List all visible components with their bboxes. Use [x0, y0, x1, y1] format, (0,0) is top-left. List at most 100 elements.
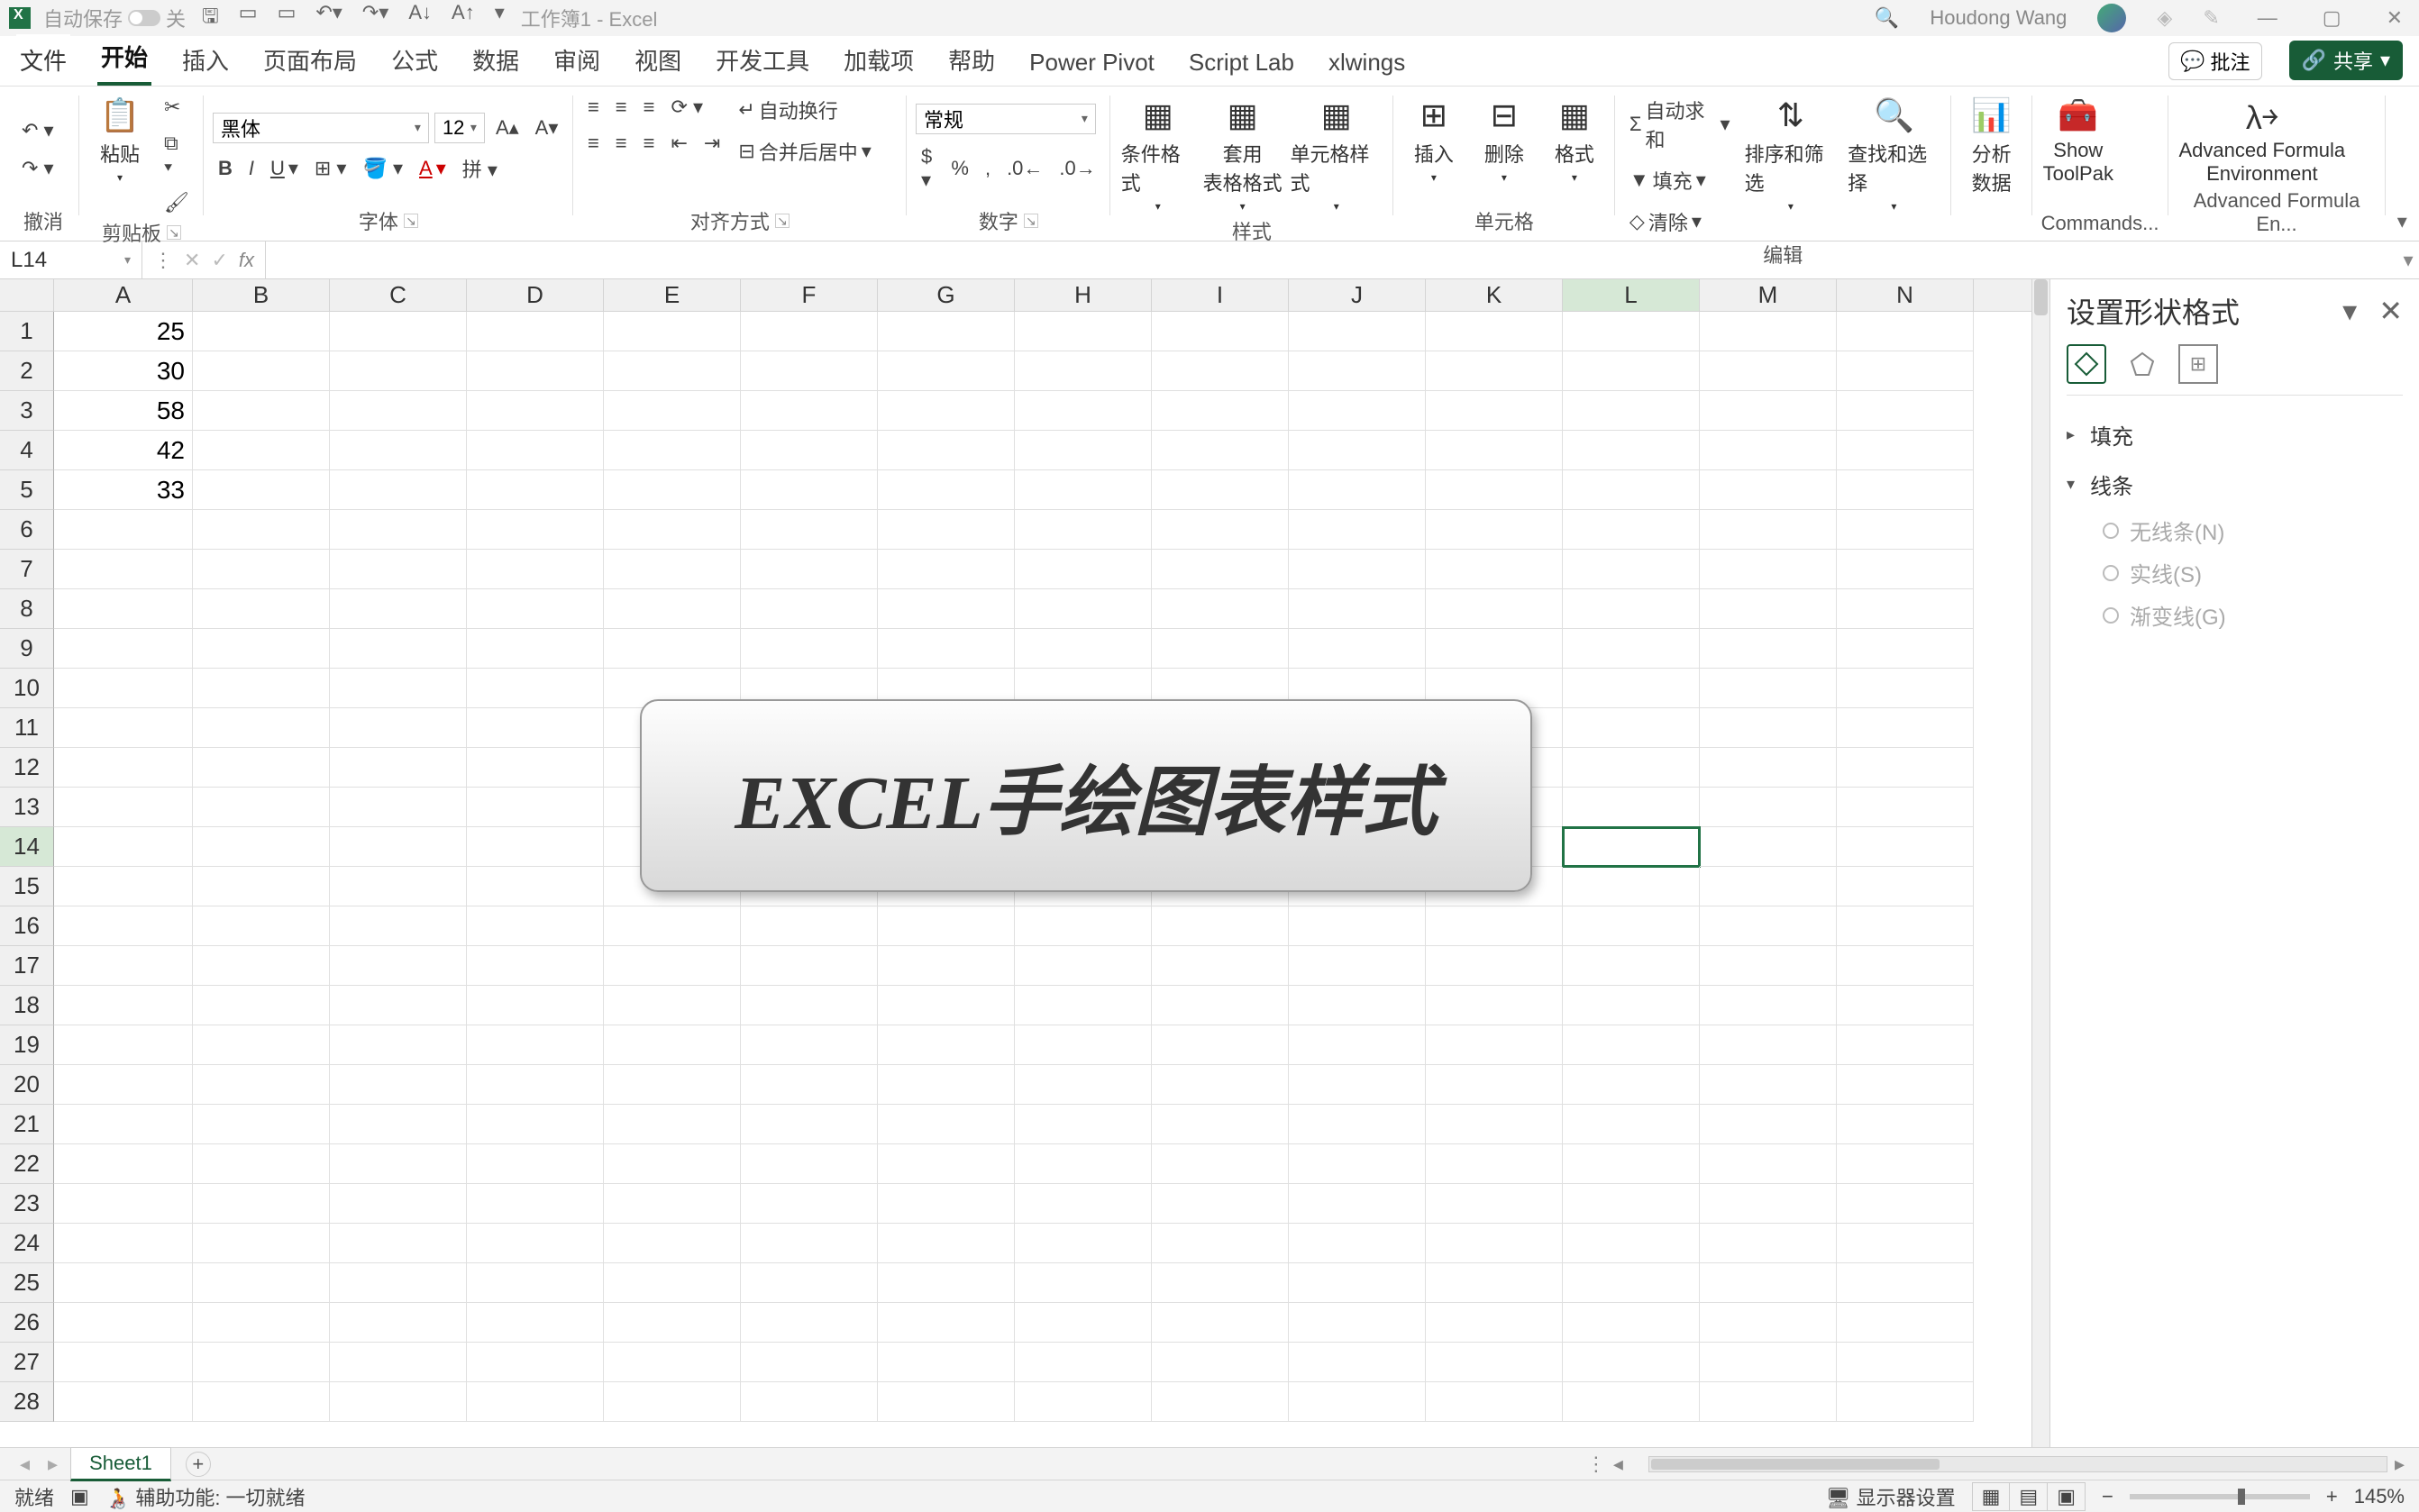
- underline-button[interactable]: U ▾: [265, 150, 304, 187]
- cell-G25[interactable]: [878, 1263, 1015, 1303]
- tab-help[interactable]: 帮助: [945, 34, 999, 86]
- cell-K18[interactable]: [1426, 986, 1563, 1025]
- cell-N11[interactable]: [1837, 708, 1974, 748]
- align-middle-button[interactable]: ≡: [610, 92, 633, 123]
- autosave-toggle[interactable]: 自动保存 关: [43, 4, 186, 32]
- decrease-decimal-button[interactable]: .0→: [1054, 141, 1100, 196]
- cell-L27[interactable]: [1563, 1343, 1700, 1382]
- cell-C23[interactable]: [330, 1184, 467, 1224]
- cell-N20[interactable]: [1837, 1065, 1974, 1105]
- cell-N2[interactable]: [1837, 351, 1974, 391]
- cell-I9[interactable]: [1152, 629, 1289, 669]
- cell-M6[interactable]: [1700, 510, 1837, 550]
- cell-G7[interactable]: [878, 550, 1015, 589]
- cell-A5[interactable]: 33: [54, 470, 193, 510]
- cell-J23[interactable]: [1289, 1184, 1426, 1224]
- cell-J2[interactable]: [1289, 351, 1426, 391]
- cell-N25[interactable]: [1837, 1263, 1974, 1303]
- cell-H24[interactable]: [1015, 1224, 1152, 1263]
- row-header-21[interactable]: 21: [0, 1105, 54, 1144]
- cell-B27[interactable]: [193, 1343, 330, 1382]
- fill-line-tab-icon[interactable]: [2067, 344, 2106, 384]
- cell-C1[interactable]: [330, 312, 467, 351]
- undo-icon[interactable]: ↶▾: [315, 1, 342, 35]
- cell-M4[interactable]: [1700, 431, 1837, 470]
- cell-F17[interactable]: [741, 946, 878, 986]
- cell-A12[interactable]: [54, 748, 193, 788]
- cell-C9[interactable]: [330, 629, 467, 669]
- cell-M13[interactable]: [1700, 788, 1837, 827]
- cell-G1[interactable]: [878, 312, 1015, 351]
- cell-B12[interactable]: [193, 748, 330, 788]
- cell-I19[interactable]: [1152, 1025, 1289, 1065]
- cell-B28[interactable]: [193, 1382, 330, 1422]
- cell-I18[interactable]: [1152, 986, 1289, 1025]
- minimize-button[interactable]: —: [2250, 6, 2285, 30]
- cell-M2[interactable]: [1700, 351, 1837, 391]
- cell-G3[interactable]: [878, 391, 1015, 431]
- cell-I1[interactable]: [1152, 312, 1289, 351]
- cell-D28[interactable]: [467, 1382, 604, 1422]
- cell-I22[interactable]: [1152, 1144, 1289, 1184]
- cell-I26[interactable]: [1152, 1303, 1289, 1343]
- merge-button[interactable]: ⊟ 合并后居中 ▾: [733, 133, 877, 169]
- cell-H16[interactable]: [1015, 906, 1152, 946]
- currency-button[interactable]: $ ▾: [916, 141, 940, 196]
- cell-D23[interactable]: [467, 1184, 604, 1224]
- cell-G16[interactable]: [878, 906, 1015, 946]
- hscroll-options-icon[interactable]: ⋮: [1586, 1453, 1606, 1476]
- cell-J21[interactable]: [1289, 1105, 1426, 1144]
- size-tab-icon[interactable]: ⊞: [2178, 344, 2218, 384]
- cell-A25[interactable]: [54, 1263, 193, 1303]
- tab-home[interactable]: 开始: [97, 31, 151, 86]
- sort-desc-icon[interactable]: A↑: [452, 1, 475, 35]
- cell-J18[interactable]: [1289, 986, 1426, 1025]
- cell-C8[interactable]: [330, 589, 467, 629]
- column-header-N[interactable]: N: [1837, 279, 1974, 311]
- cell-A15[interactable]: [54, 867, 193, 906]
- cell-B1[interactable]: [193, 312, 330, 351]
- cell-M11[interactable]: [1700, 708, 1837, 748]
- cell-J9[interactable]: [1289, 629, 1426, 669]
- border-button[interactable]: ⊞ ▾: [309, 150, 352, 187]
- cell-A19[interactable]: [54, 1025, 193, 1065]
- sheet-nav-next-icon[interactable]: ▸: [42, 1453, 63, 1476]
- column-header-K[interactable]: K: [1426, 279, 1563, 311]
- cell-N9[interactable]: [1837, 629, 1974, 669]
- cell-K24[interactable]: [1426, 1224, 1563, 1263]
- line-section[interactable]: ▾线条: [2067, 460, 2403, 509]
- open-icon[interactable]: ▭: [278, 1, 297, 35]
- cell-N5[interactable]: [1837, 470, 1974, 510]
- cell-B11[interactable]: [193, 708, 330, 748]
- cell-J22[interactable]: [1289, 1144, 1426, 1184]
- cell-L5[interactable]: [1563, 470, 1700, 510]
- expand-formula-bar-button[interactable]: ▾: [2397, 249, 2419, 272]
- cell-A7[interactable]: [54, 550, 193, 589]
- table-format-button[interactable]: ▦套用 表格格式▾: [1204, 92, 1282, 216]
- display-settings[interactable]: 🖥 显示器设置: [1826, 1482, 1956, 1511]
- cell-B4[interactable]: [193, 431, 330, 470]
- cell-N27[interactable]: [1837, 1343, 1974, 1382]
- tab-file[interactable]: 文件: [16, 34, 70, 86]
- cell-B21[interactable]: [193, 1105, 330, 1144]
- cell-N7[interactable]: [1837, 550, 1974, 589]
- cell-F4[interactable]: [741, 431, 878, 470]
- cell-B16[interactable]: [193, 906, 330, 946]
- cell-H17[interactable]: [1015, 946, 1152, 986]
- cell-K8[interactable]: [1426, 589, 1563, 629]
- cell-C25[interactable]: [330, 1263, 467, 1303]
- cell-D17[interactable]: [467, 946, 604, 986]
- cell-K1[interactable]: [1426, 312, 1563, 351]
- cell-L23[interactable]: [1563, 1184, 1700, 1224]
- normal-view-button[interactable]: ▦: [1973, 1483, 2011, 1510]
- cell-F22[interactable]: [741, 1144, 878, 1184]
- column-header-E[interactable]: E: [604, 279, 741, 311]
- cell-N19[interactable]: [1837, 1025, 1974, 1065]
- cell-G6[interactable]: [878, 510, 1015, 550]
- cell-A23[interactable]: [54, 1184, 193, 1224]
- row-header-7[interactable]: 7: [0, 550, 54, 589]
- cell-M28[interactable]: [1700, 1382, 1837, 1422]
- close-button[interactable]: ✕: [2379, 6, 2410, 30]
- search-icon[interactable]: 🔍: [1875, 6, 1899, 30]
- horizontal-scrollbar[interactable]: [1648, 1456, 2387, 1472]
